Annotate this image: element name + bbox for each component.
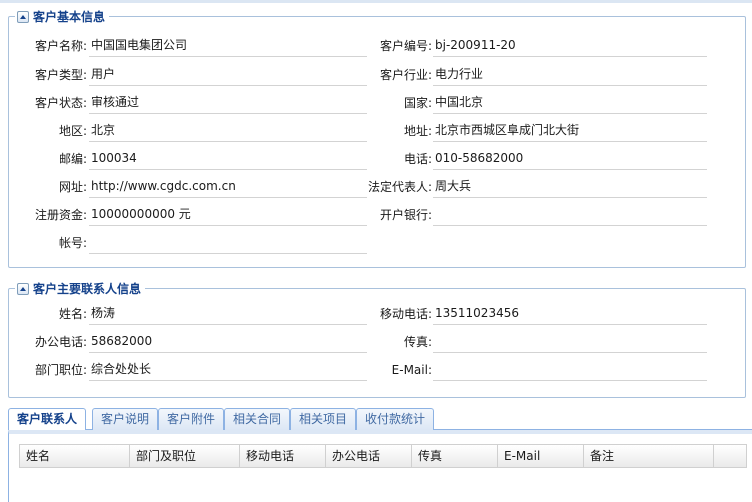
field-customer-status: 客户状态: 审核通过 — [9, 94, 374, 114]
column-header-email[interactable]: E-Mail — [498, 445, 584, 467]
address-label: 地址: — [403, 124, 432, 138]
contacts-grid-panel: 姓名 部门及职位 移动电话 办公电话 传真 E-Mail 备注 — [8, 430, 752, 502]
contact-position-value: 综合处处长 — [89, 361, 367, 381]
customer-name-label: 客户名称: — [34, 39, 87, 53]
phone-label: 电话: — [403, 152, 432, 166]
column-header-mobile[interactable]: 移动电话 — [240, 445, 326, 467]
tab-customer-contacts[interactable]: 客户联系人 — [8, 408, 87, 431]
registered-capital-label: 注册资金: — [34, 208, 87, 222]
contact-info-title: 客户主要联系人信息 — [33, 282, 142, 296]
tab-customer-attachments[interactable]: 客户附件 — [158, 408, 225, 430]
contact-email-label: E-Mail: — [391, 363, 432, 377]
top-divider — [0, 0, 752, 3]
contact-mobile-value: 13511023456 — [433, 305, 707, 325]
tab-related-contracts[interactable]: 相关合同 — [224, 408, 291, 430]
field-contact-position: 部门职位: 综合处处长 — [9, 361, 374, 381]
customer-code-value: bj-200911-20 — [433, 37, 707, 57]
customer-industry-label: 客户行业: — [379, 68, 432, 82]
contact-fax-label: 传真: — [403, 335, 432, 349]
account-label: 帐号: — [58, 236, 87, 250]
postcode-label: 邮编: — [58, 152, 87, 166]
contact-fax-value — [433, 333, 707, 353]
field-customer-name: 客户名称: 中国国电集团公司 — [9, 37, 374, 57]
contact-office-phone-value: 58682000 — [89, 333, 367, 353]
collapse-toggle-icon[interactable] — [17, 10, 29, 23]
customer-type-value: 用户 — [89, 66, 367, 86]
field-contact-email: E-Mail: — [367, 361, 747, 381]
customer-type-label: 客户类型: — [34, 68, 87, 82]
contact-mobile-label: 移动电话: — [379, 307, 432, 321]
field-contact-fax: 传真: — [367, 333, 747, 353]
website-value[interactable]: http://www.cgdc.com.cn — [89, 178, 367, 198]
contact-name-value: 杨涛 — [89, 305, 367, 325]
field-account: 帐号: — [9, 234, 374, 254]
website-label: 网址: — [58, 180, 87, 194]
field-contact-name: 姓名: 杨涛 — [9, 305, 374, 325]
contact-email-value — [433, 361, 707, 381]
bank-label: 开户银行: — [379, 208, 432, 222]
country-value: 中国北京 — [433, 94, 707, 114]
field-region: 地区: 北京 — [9, 122, 374, 142]
contact-info-legend: 客户主要联系人信息 — [15, 280, 146, 297]
column-header-name[interactable]: 姓名 — [20, 445, 130, 467]
registered-capital-value: 10000000000 元 — [89, 206, 367, 226]
contact-office-phone-label: 办公电话: — [34, 335, 87, 349]
legal-representative-label: 法定代表人: — [367, 180, 432, 194]
tab-related-projects[interactable]: 相关项目 — [290, 408, 357, 430]
contact-position-label: 部门职位: — [34, 363, 87, 377]
collapse-toggle-icon[interactable] — [17, 282, 29, 295]
field-customer-code: 客户编号: bj-200911-20 — [367, 37, 747, 57]
field-bank: 开户银行: — [367, 206, 747, 226]
basic-info-legend: 客户基本信息 — [15, 8, 110, 25]
postcode-value: 100034 — [89, 150, 367, 170]
field-registered-capital: 注册资金: 10000000000 元 — [9, 206, 374, 226]
main-contact-info-panel: 客户主要联系人信息 姓名: 杨涛 移动电话: 13511023456 办公电话:… — [8, 280, 747, 398]
column-header-remarks[interactable]: 备注 — [584, 445, 714, 467]
field-contact-office-phone: 办公电话: 58682000 — [9, 333, 374, 353]
field-website: 网址: http://www.cgdc.com.cn — [9, 178, 374, 198]
country-label: 国家: — [403, 96, 432, 110]
phone-value: 010-58682000 — [433, 150, 707, 170]
tab-customer-description[interactable]: 客户说明 — [92, 408, 159, 430]
field-phone: 电话: 010-58682000 — [367, 150, 747, 170]
customer-industry-value: 电力行业 — [433, 66, 707, 86]
field-country: 国家: 中国北京 — [367, 94, 747, 114]
region-label: 地区: — [58, 124, 87, 138]
field-address: 地址: 北京市西城区阜成门北大街 — [367, 122, 747, 142]
field-contact-mobile: 移动电话: 13511023456 — [367, 305, 747, 325]
legal-representative-value: 周大兵 — [433, 178, 707, 198]
bank-value — [433, 206, 707, 226]
basic-info-title: 客户基本信息 — [33, 10, 106, 24]
column-header-department-position[interactable]: 部门及职位 — [130, 445, 240, 467]
customer-name-value: 中国国电集团公司 — [89, 37, 367, 57]
column-header-office-phone[interactable]: 办公电话 — [326, 445, 412, 467]
region-value: 北京 — [89, 122, 367, 142]
customer-status-value: 审核通过 — [89, 94, 367, 114]
customer-basic-info-panel: 客户基本信息 客户名称: 中国国电集团公司 客户编号: bj-200911-20… — [8, 8, 747, 268]
customer-status-label: 客户状态: — [34, 96, 87, 110]
address-value: 北京市西城区阜成门北大街 — [433, 122, 707, 142]
field-legal-representative: 法定代表人: 周大兵 — [367, 178, 747, 198]
field-customer-type: 客户类型: 用户 — [9, 66, 374, 86]
contact-name-label: 姓名: — [58, 307, 87, 321]
field-postcode: 邮编: 100034 — [9, 150, 374, 170]
field-customer-industry: 客户行业: 电力行业 — [367, 66, 747, 86]
customer-code-label: 客户编号: — [379, 39, 432, 53]
tab-payment-statistics[interactable]: 收付款统计 — [356, 408, 435, 430]
contacts-grid-header: 姓名 部门及职位 移动电话 办公电话 传真 E-Mail 备注 — [19, 444, 747, 468]
detail-tab-strip: 客户联系人 客户说明 客户附件 相关合同 相关项目 收付款统计 — [8, 408, 752, 431]
column-header-fax[interactable]: 传真 — [412, 445, 498, 467]
account-value — [89, 234, 367, 254]
